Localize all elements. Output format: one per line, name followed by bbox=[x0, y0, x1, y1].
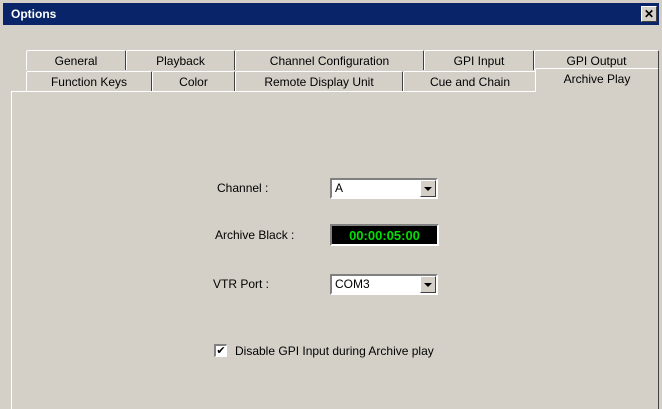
tab-remote-display-unit[interactable]: Remote Display Unit bbox=[235, 71, 403, 91]
tab-gpi-input[interactable]: GPI Input bbox=[424, 50, 534, 70]
disable-gpi-label[interactable]: Disable GPI Input during Archive play bbox=[235, 344, 434, 358]
checkmark-icon: ✔ bbox=[216, 344, 226, 357]
channel-select[interactable]: A bbox=[330, 178, 438, 199]
tab-cue-and-chain[interactable]: Cue and Chain bbox=[403, 71, 537, 91]
disable-gpi-checkbox[interactable]: ✔ bbox=[214, 344, 227, 357]
vtr-port-select[interactable]: COM3 bbox=[330, 274, 438, 295]
options-dialog: Options ✕ General Playback Channel Confi… bbox=[0, 0, 662, 409]
tab-gpi-output[interactable]: GPI Output bbox=[534, 50, 659, 70]
chevron-down-icon[interactable] bbox=[420, 180, 436, 197]
close-button[interactable]: ✕ bbox=[641, 6, 657, 22]
tab-function-keys[interactable]: Function Keys bbox=[26, 71, 152, 91]
vtr-port-value: COM3 bbox=[335, 277, 370, 291]
tab-channel-configuration[interactable]: Channel Configuration bbox=[235, 50, 424, 70]
archive-black-timecode[interactable]: 00:00:05:00 bbox=[330, 224, 439, 246]
chevron-down-icon[interactable] bbox=[420, 276, 436, 293]
tab-playback[interactable]: Playback bbox=[126, 50, 235, 70]
archive-play-panel bbox=[11, 91, 659, 409]
close-icon: ✕ bbox=[643, 7, 655, 21]
title-bar[interactable]: Options ✕ bbox=[3, 3, 659, 25]
tab-archive-play[interactable]: Archive Play bbox=[535, 68, 659, 92]
window-title: Options bbox=[11, 7, 57, 21]
tab-general[interactable]: General bbox=[26, 50, 126, 70]
channel-value: A bbox=[335, 181, 344, 195]
tab-color[interactable]: Color bbox=[152, 71, 235, 91]
archive-black-value: 00:00:05:00 bbox=[349, 227, 420, 243]
